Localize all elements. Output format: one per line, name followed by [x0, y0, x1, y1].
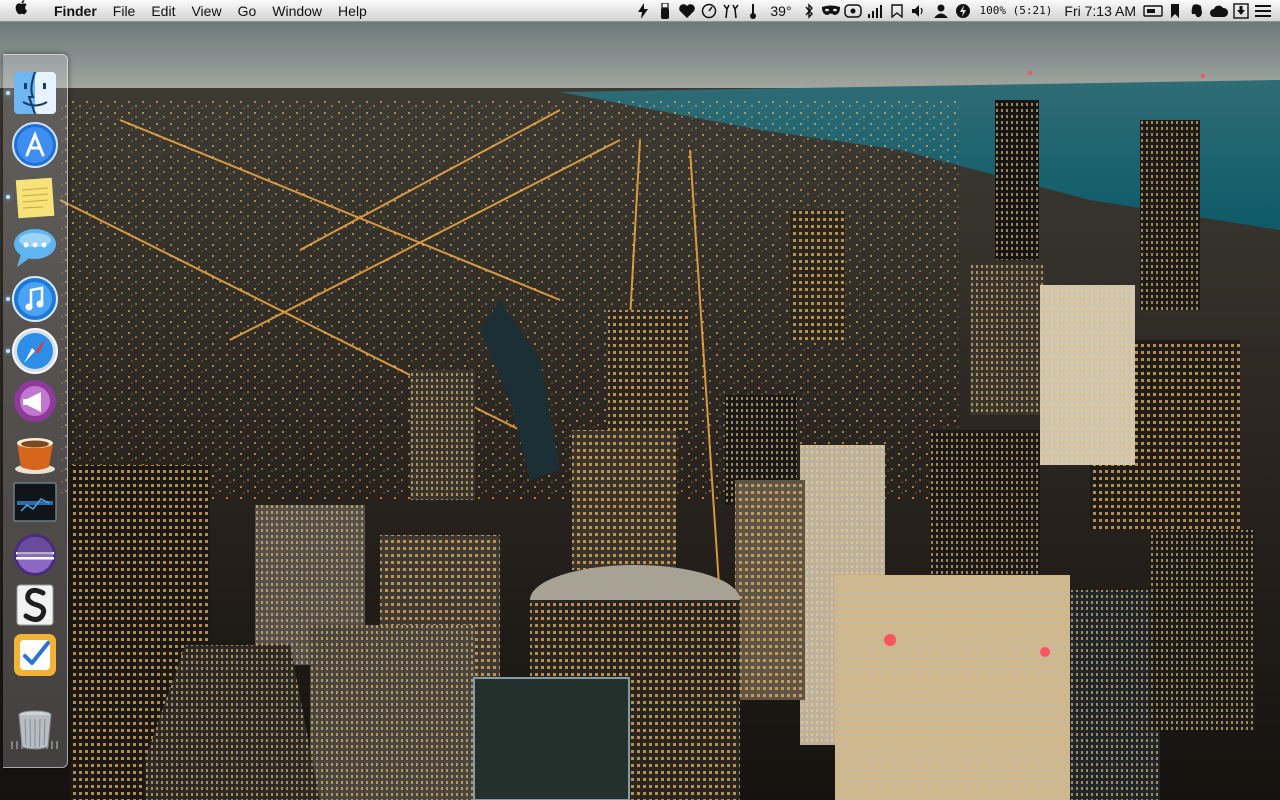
menu-clock[interactable]: Fri 7:13 AM	[1058, 0, 1142, 22]
mask-icon[interactable]	[820, 0, 842, 22]
menu-go[interactable]: Go	[230, 0, 265, 22]
dock-item-caffeine[interactable]	[11, 429, 59, 477]
menu-app-name[interactable]: Finder	[44, 0, 105, 22]
bookmark-icon[interactable]	[886, 0, 908, 22]
bluetooth-icon[interactable]	[798, 0, 820, 22]
itunes-icon	[12, 276, 58, 322]
apple-icon[interactable]	[0, 0, 44, 22]
antlers-icon[interactable]	[720, 0, 742, 22]
menu-edit[interactable]: Edit	[143, 0, 183, 22]
menu-file[interactable]: File	[105, 0, 144, 22]
battery-status-text[interactable]: 100% (5:21)	[974, 0, 1059, 22]
evernote-icon[interactable]	[1186, 0, 1208, 22]
menu-window[interactable]: Window	[264, 0, 330, 22]
safari-icon	[12, 328, 58, 374]
desktop-wallpaper	[0, 0, 1280, 800]
running-indicator	[6, 195, 10, 199]
dock-item-monitor[interactable]	[11, 479, 59, 527]
dock	[3, 54, 68, 768]
cloud-icon[interactable]	[1208, 0, 1230, 22]
messages-icon	[14, 229, 56, 267]
dock-item-itunes[interactable]	[6, 275, 59, 323]
caffeine-icon	[15, 438, 55, 474]
trash-icon	[18, 710, 52, 750]
weather-temperature[interactable]: 39°	[764, 0, 797, 22]
dock-item-finder[interactable]	[6, 69, 59, 117]
running-indicator	[6, 91, 10, 95]
dock-item-growl[interactable]	[11, 377, 59, 425]
things-icon	[14, 634, 56, 676]
app-store-icon	[12, 122, 58, 168]
download-icon[interactable]	[1230, 0, 1252, 22]
dock-item-messages[interactable]	[11, 223, 59, 271]
dock-item-safari[interactable]	[6, 327, 59, 375]
monitor-icon	[13, 482, 57, 522]
dock-item-trash[interactable]	[11, 705, 59, 753]
finder-icon	[14, 71, 56, 115]
heart-icon[interactable]	[676, 0, 698, 22]
dock-item-app-store[interactable]	[11, 121, 59, 169]
lightning-icon[interactable]	[632, 0, 654, 22]
dock-item-eclipse[interactable]	[11, 531, 59, 579]
stickies-icon	[15, 177, 55, 219]
gauge-icon[interactable]	[698, 0, 720, 22]
running-indicator	[6, 297, 10, 301]
growl-icon	[14, 380, 56, 422]
screen-icon[interactable]	[1142, 0, 1164, 22]
eclipse-icon	[14, 534, 56, 576]
user-icon[interactable]	[930, 0, 952, 22]
running-indicator	[6, 349, 10, 353]
list-menu-icon[interactable]	[1252, 0, 1274, 22]
bookmark-flag-icon[interactable]	[1164, 0, 1186, 22]
usb-stick-icon[interactable]	[654, 0, 676, 22]
dock-item-stickies[interactable]	[6, 173, 59, 221]
scrivener-icon	[16, 584, 54, 626]
volume-icon[interactable]	[908, 0, 930, 22]
drive-icon[interactable]	[842, 0, 864, 22]
dock-item-things[interactable]	[11, 631, 59, 679]
thermometer-icon[interactable]	[742, 0, 764, 22]
battery-bolt-icon[interactable]	[952, 0, 974, 22]
signal-bars-icon[interactable]	[864, 0, 886, 22]
menu-bar: Finder File Edit View Go Window Help 39°	[0, 0, 1280, 22]
dock-item-scrivener[interactable]	[11, 581, 59, 629]
menu-help[interactable]: Help	[330, 0, 375, 22]
menu-view[interactable]: View	[183, 0, 229, 22]
